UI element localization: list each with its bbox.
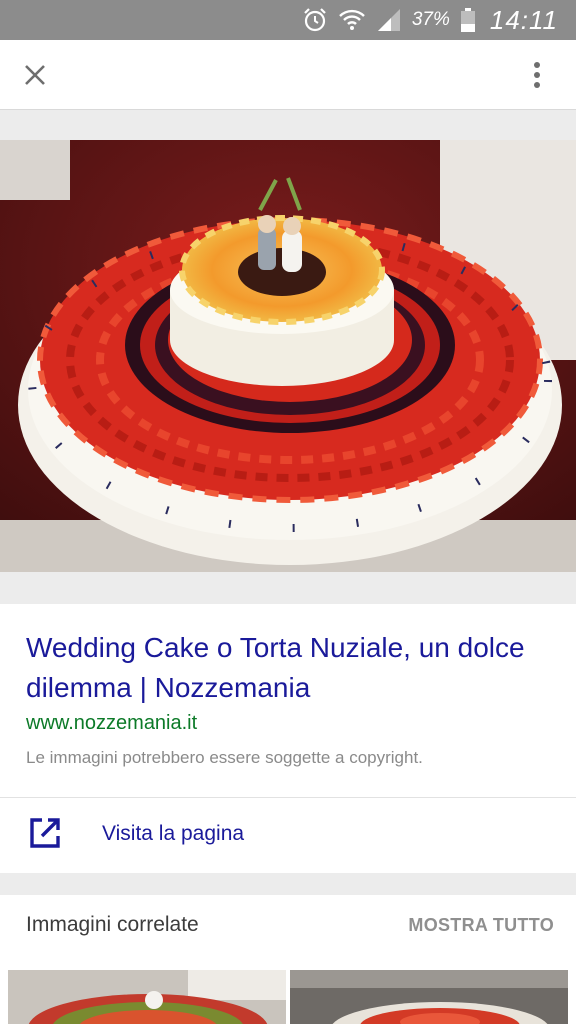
related-image-thumbnail[interactable] [8, 970, 286, 1024]
close-icon [25, 65, 45, 85]
app-bar [0, 40, 576, 110]
status-bar: 37% 14:11 [0, 0, 576, 40]
cake-photo [0, 140, 576, 572]
clock: 14:11 [489, 4, 558, 35]
related-images-title: Immagini correlate [26, 913, 199, 936]
result-image[interactable] [0, 140, 576, 572]
visit-page-label: Visita la pagina [102, 822, 245, 845]
show-all-button[interactable]: MOSTRA TUTTO [408, 915, 554, 936]
battery-percent: 37% [411, 9, 450, 30]
related-image-2 [290, 970, 568, 1024]
related-images-section: Immagini correlate MOSTRA TUTTO [0, 895, 576, 1024]
more-vert-icon [534, 62, 540, 88]
result-site-url[interactable]: www.nozzemania.it [26, 712, 197, 735]
result-info-card: Wedding Cake o Torta Nuziale, un dolce d… [0, 604, 576, 797]
battery-icon [460, 8, 475, 32]
more-options-button[interactable] [516, 54, 558, 96]
wifi-icon [338, 9, 365, 30]
visit-page-button[interactable]: Visita la pagina [0, 797, 576, 873]
signal-icon [377, 9, 400, 31]
alarm-icon [304, 8, 326, 32]
related-image-thumbnail[interactable] [290, 970, 568, 1024]
status-icons: 37% 14:11 [302, 0, 558, 40]
related-image-1 [8, 970, 286, 1024]
open-in-new-icon [30, 818, 60, 848]
result-title[interactable]: Wedding Cake o Torta Nuziale, un dolce d… [26, 628, 556, 708]
close-button[interactable] [14, 54, 56, 96]
copyright-notice: Le immagini potrebbero essere soggette a… [26, 748, 423, 767]
